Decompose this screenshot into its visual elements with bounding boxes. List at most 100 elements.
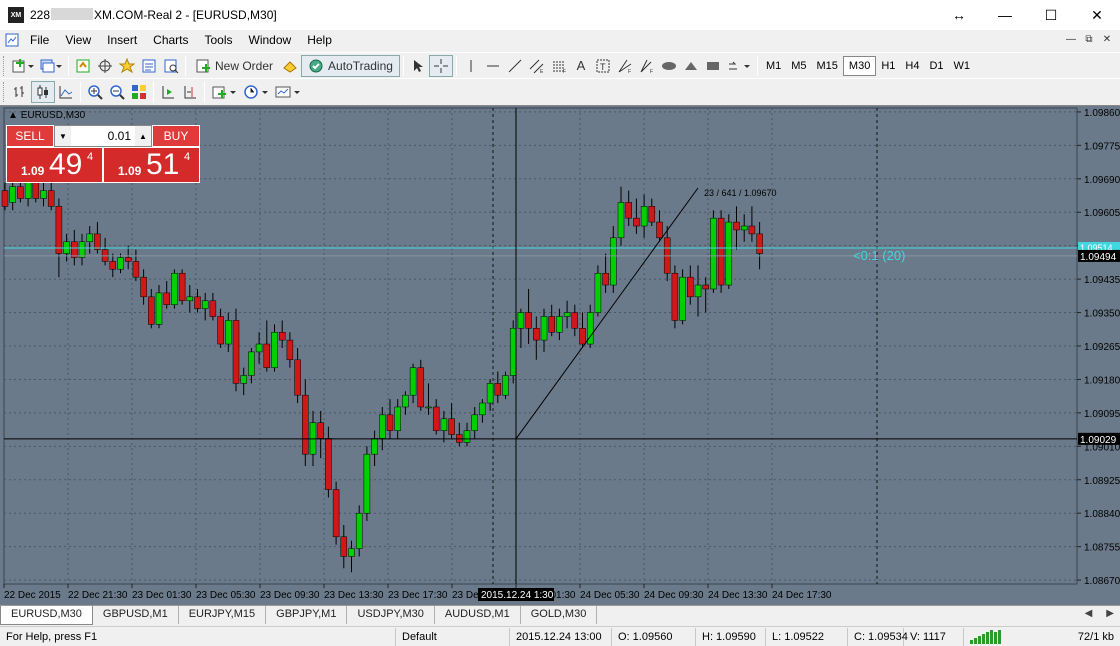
bear-candle (163, 292, 170, 305)
buy-price[interactable]: 1.09 51 4 (103, 147, 200, 183)
data-window-button[interactable] (94, 55, 116, 77)
tab-gbpusd-m1[interactable]: GBPUSD,M1 (93, 606, 179, 624)
tab-eurjpy-m15[interactable]: EURJPY,M15 (179, 606, 267, 624)
tab-usdjpy-m30[interactable]: USDJPY,M30 (347, 606, 435, 624)
status-profile[interactable]: Default (396, 627, 510, 646)
scroll-right-icon[interactable]: ▶ (1106, 608, 1114, 619)
bull-candle (740, 225, 748, 231)
mdi-close-button[interactable]: ✕ (1100, 32, 1114, 46)
market-watch-icon (76, 59, 90, 72)
tab-audusd-m1[interactable]: AUDUSD,M1 (435, 606, 521, 624)
periods-dropdown[interactable] (240, 81, 272, 103)
candlestick-button[interactable] (31, 80, 55, 103)
lot-increase-icon[interactable]: ▲ (135, 126, 151, 146)
chart-document-icon[interactable] (4, 32, 20, 48)
crosshair-price-label: 1.09029 (1080, 435, 1117, 446)
zoom-in-icon (88, 84, 103, 100)
menu-help[interactable]: Help (299, 33, 340, 47)
timeframe-w1[interactable]: W1 (949, 56, 976, 76)
minimize-button[interactable]: — (982, 0, 1028, 30)
triangle-tool[interactable] (680, 55, 702, 77)
toolbar-gripper[interactable] (3, 81, 6, 102)
horizontal-line-tool[interactable] (482, 55, 504, 77)
tab-scroll-controls: ◀ ▶ (1085, 608, 1114, 619)
lot-size-value[interactable]: 0.01 (71, 126, 135, 146)
connection-bars-icon (970, 629, 1001, 644)
timeframe-h4[interactable]: H4 (900, 56, 924, 76)
tab-eurusd-m30[interactable]: EURUSD,M30 (0, 606, 93, 625)
ellipse-tool[interactable] (658, 55, 680, 77)
maximize-button[interactable]: ☐ (1028, 0, 1074, 30)
timeframe-h1[interactable]: H1 (876, 56, 900, 76)
tile-windows-button[interactable] (128, 81, 150, 103)
strategy-tester-button[interactable] (160, 55, 182, 77)
mdi-restore-button[interactable]: ⧉ (1082, 32, 1096, 46)
timeframe-m5[interactable]: M5 (786, 56, 811, 76)
rectangle-tool[interactable] (702, 55, 724, 77)
zoom-in-button[interactable] (84, 81, 106, 103)
redacted-area (51, 8, 94, 20)
chart-shift-button[interactable] (179, 81, 201, 103)
time-tick-label: 23 Dec 13:30 (324, 590, 384, 601)
scroll-left-icon[interactable]: ◀ (1085, 608, 1093, 619)
bar-chart-button[interactable] (9, 81, 31, 103)
zoom-out-button[interactable] (106, 81, 128, 103)
fibonacci-fan-tool[interactable]: F (614, 55, 636, 77)
lot-dropdown-icon[interactable]: ▼ (55, 126, 71, 146)
bear-candle (55, 206, 63, 254)
vertical-line-tool[interactable] (460, 55, 482, 77)
lot-size-field[interactable]: ▼ 0.01 ▲ (54, 125, 152, 147)
timeframe-d1[interactable]: D1 (924, 56, 948, 76)
tab-gold-m30[interactable]: GOLD,M30 (521, 606, 598, 624)
new-chart-button[interactable] (9, 55, 37, 77)
bear-candle (109, 261, 117, 270)
chart-window[interactable]: 1.098601.097751.096901.096051.095201.094… (0, 105, 1120, 605)
menu-charts[interactable]: Charts (145, 33, 196, 47)
fibonacci-arcs-tool[interactable]: F (636, 55, 658, 77)
menu-window[interactable]: Window (241, 33, 300, 47)
profiles-button[interactable] (37, 55, 65, 77)
sell-price[interactable]: 1.09 49 4 (6, 147, 103, 183)
arrows-dropdown[interactable] (724, 55, 754, 77)
buy-price-pips: 51 (146, 148, 180, 181)
tab-gbpjpy-m1[interactable]: GBPJPY,M1 (266, 606, 348, 624)
text-label-tool[interactable]: T (592, 55, 614, 77)
toolbar-gripper[interactable] (3, 55, 6, 76)
autotrading-button[interactable]: AutoTrading (301, 54, 400, 77)
text-tool[interactable]: A (570, 55, 592, 77)
templates-dropdown[interactable] (272, 81, 304, 103)
menu-insert[interactable]: Insert (99, 33, 145, 47)
buy-button[interactable]: BUY (152, 125, 200, 147)
menu-tools[interactable]: Tools (197, 33, 241, 47)
close-button[interactable]: ✕ (1074, 0, 1120, 30)
resize-arrows-icon[interactable]: ↔ (936, 0, 982, 30)
menu-view[interactable]: View (57, 33, 99, 47)
line-chart-button[interactable] (55, 81, 77, 103)
sell-button[interactable]: SELL (6, 125, 54, 147)
market-watch-button[interactable] (72, 55, 94, 77)
crosshair-tool[interactable] (428, 54, 453, 77)
bull-candle (24, 182, 32, 199)
bull-candle (502, 375, 509, 396)
timeframe-m30[interactable]: M30 (842, 55, 877, 76)
new-order-button[interactable]: New Order (189, 55, 279, 77)
terminal-button[interactable] (138, 55, 160, 77)
cursor-tool[interactable] (407, 55, 429, 77)
status-connection[interactable]: 72/1 kb (964, 628, 1120, 646)
bear-candle (494, 383, 502, 396)
auto-scroll-button[interactable] (157, 81, 179, 103)
timeframe-m15[interactable]: M15 (812, 56, 843, 76)
bear-candle (1, 190, 9, 207)
fibonacci-retracement-tool[interactable]: F (548, 55, 570, 77)
menu-file[interactable]: File (22, 33, 57, 47)
trendline-tool[interactable] (504, 55, 526, 77)
metaeditor-button[interactable] (279, 55, 301, 77)
templates-icon (275, 86, 300, 97)
bull-candle (9, 186, 16, 203)
navigator-button[interactable] (116, 55, 138, 77)
equidistant-channel-tool[interactable]: E (526, 55, 548, 77)
timeframe-m1[interactable]: M1 (761, 56, 786, 76)
mdi-minimize-button[interactable]: — (1064, 32, 1078, 46)
sell-price-pips: 49 (49, 148, 83, 181)
indicators-dropdown[interactable] (208, 81, 240, 103)
